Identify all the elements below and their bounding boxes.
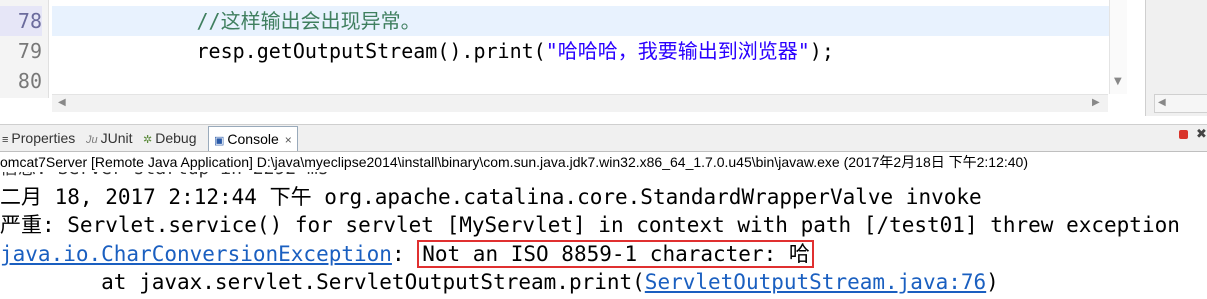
code-line[interactable]: [52, 66, 1125, 96]
scroll-left-icon[interactable]: ◀: [58, 97, 66, 108]
console-line: java.io.CharConversionException: Not an …: [0, 239, 814, 269]
console-process-header: omcat7Server [Remote Java Application] D…: [0, 154, 1029, 170]
line-number: 78: [0, 6, 42, 36]
tab-debug[interactable]: ✲ Debug: [143, 128, 196, 148]
console-line: at javax.servlet.ServletOutputStream.pri…: [0, 267, 999, 297]
console-separator: :: [391, 242, 418, 266]
side-panel: ◀: [1145, 0, 1207, 116]
exception-link[interactable]: java.io.CharConversionException: [0, 242, 392, 266]
code-editor[interactable]: 78 79 80 //这样输出会出现异常。 resp.getOutputStre…: [0, 0, 1145, 116]
debug-icon: ✲: [143, 134, 153, 146]
remove-launch-icon[interactable]: ✖: [1196, 127, 1207, 142]
console-line: 二月 18, 2017 2:12:44 下午 org.apache.catali…: [0, 185, 982, 209]
tab-junit[interactable]: Ju JUnit: [86, 128, 133, 148]
view-tab-bar: ≡ Properties Ju JUnit ✲ Debug ▣ Console × ✖: [0, 124, 1207, 152]
code-line[interactable]: //这样输出会出现异常。: [52, 6, 1125, 36]
scroll-left-icon[interactable]: ◀: [1158, 97, 1166, 108]
tab-properties[interactable]: ≡ Properties: [2, 128, 75, 148]
stack-source-link[interactable]: ServletOutputStream.java:76: [645, 270, 986, 294]
code-statement: resp.getOutputStream().print(: [196, 39, 546, 63]
editor-vertical-scrollbar[interactable]: ▼: [1109, 0, 1127, 94]
tab-label: Debug: [155, 130, 197, 146]
tab-label: Console: [227, 131, 279, 147]
console-line: 严重: Servlet.service() for servlet [MySer…: [0, 213, 1180, 237]
properties-icon: ≡: [2, 134, 9, 146]
scroll-right-icon[interactable]: ▶: [1092, 97, 1100, 108]
code-comment: //这样输出会出现异常。: [196, 9, 421, 33]
code-line[interactable]: resp.getOutputStream().print("哈哈哈，我要输出到浏…: [52, 36, 1125, 66]
tab-label: Properties: [11, 130, 76, 146]
tab-console[interactable]: ▣ Console ×: [208, 126, 298, 151]
editor-horizontal-scrollbar[interactable]: ◀ ▶: [52, 94, 1108, 112]
console-icon: ▣: [214, 135, 225, 147]
tab-label: JUnit: [100, 130, 133, 146]
line-number: 80: [17, 69, 42, 93]
line-number-gutter: 78 79 80: [0, 0, 49, 98]
code-string-literal: "哈哈哈，我要输出到浏览器": [545, 39, 810, 63]
code-statement-tail: );: [809, 39, 834, 63]
stack-frame: at javax.servlet.ServletOutputStream.pri…: [0, 270, 645, 294]
console-output[interactable]: 信息: Server startup in 2292 ms 二月 18, 201…: [0, 172, 1207, 299]
terminate-icon[interactable]: [1179, 130, 1188, 139]
scroll-down-icon[interactable]: ▼: [1114, 76, 1122, 87]
exception-message: Not an ISO 8859-1 character: 哈: [417, 240, 814, 268]
stack-frame-end: ): [986, 270, 999, 294]
side-panel-scrollbar[interactable]: ◀: [1154, 94, 1207, 113]
close-icon[interactable]: ×: [285, 133, 292, 147]
line-number: 79: [17, 39, 42, 63]
junit-icon: Ju: [86, 134, 98, 146]
